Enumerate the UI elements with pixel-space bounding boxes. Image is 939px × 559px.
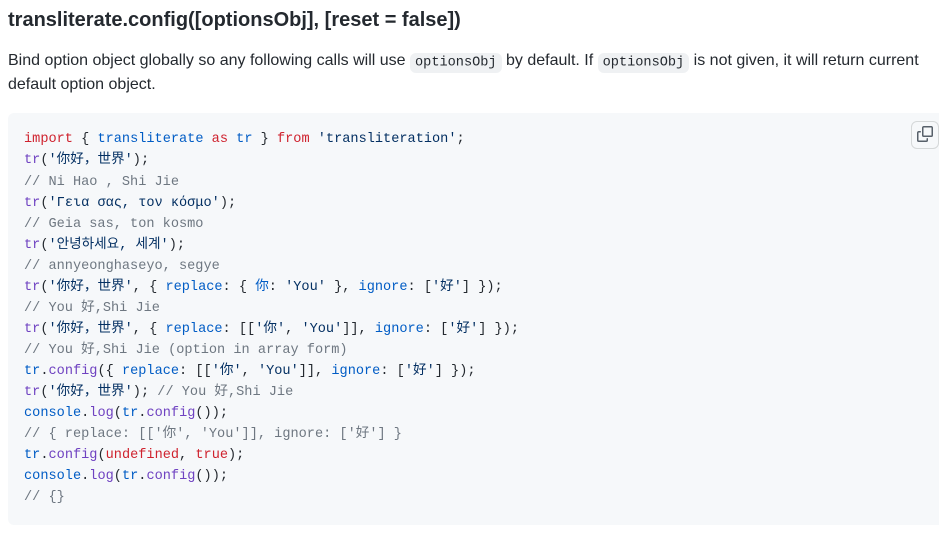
code-block: import { transliterate as tr } from 'tra… bbox=[8, 113, 939, 524]
section-heading: transliterate.config([optionsObj], [rese… bbox=[8, 8, 939, 33]
copy-button[interactable] bbox=[911, 121, 939, 149]
section-description: Bind option object globally so any follo… bbox=[8, 49, 939, 97]
desc-code-optionsobj-2: optionsObj bbox=[598, 53, 690, 73]
desc-text: Bind option object globally so any follo… bbox=[8, 52, 410, 69]
desc-text: by default. If bbox=[502, 52, 598, 69]
copy-icon bbox=[917, 126, 933, 145]
desc-code-optionsobj-1: optionsObj bbox=[410, 53, 502, 73]
code-content: import { transliterate as tr } from 'tra… bbox=[24, 129, 931, 508]
